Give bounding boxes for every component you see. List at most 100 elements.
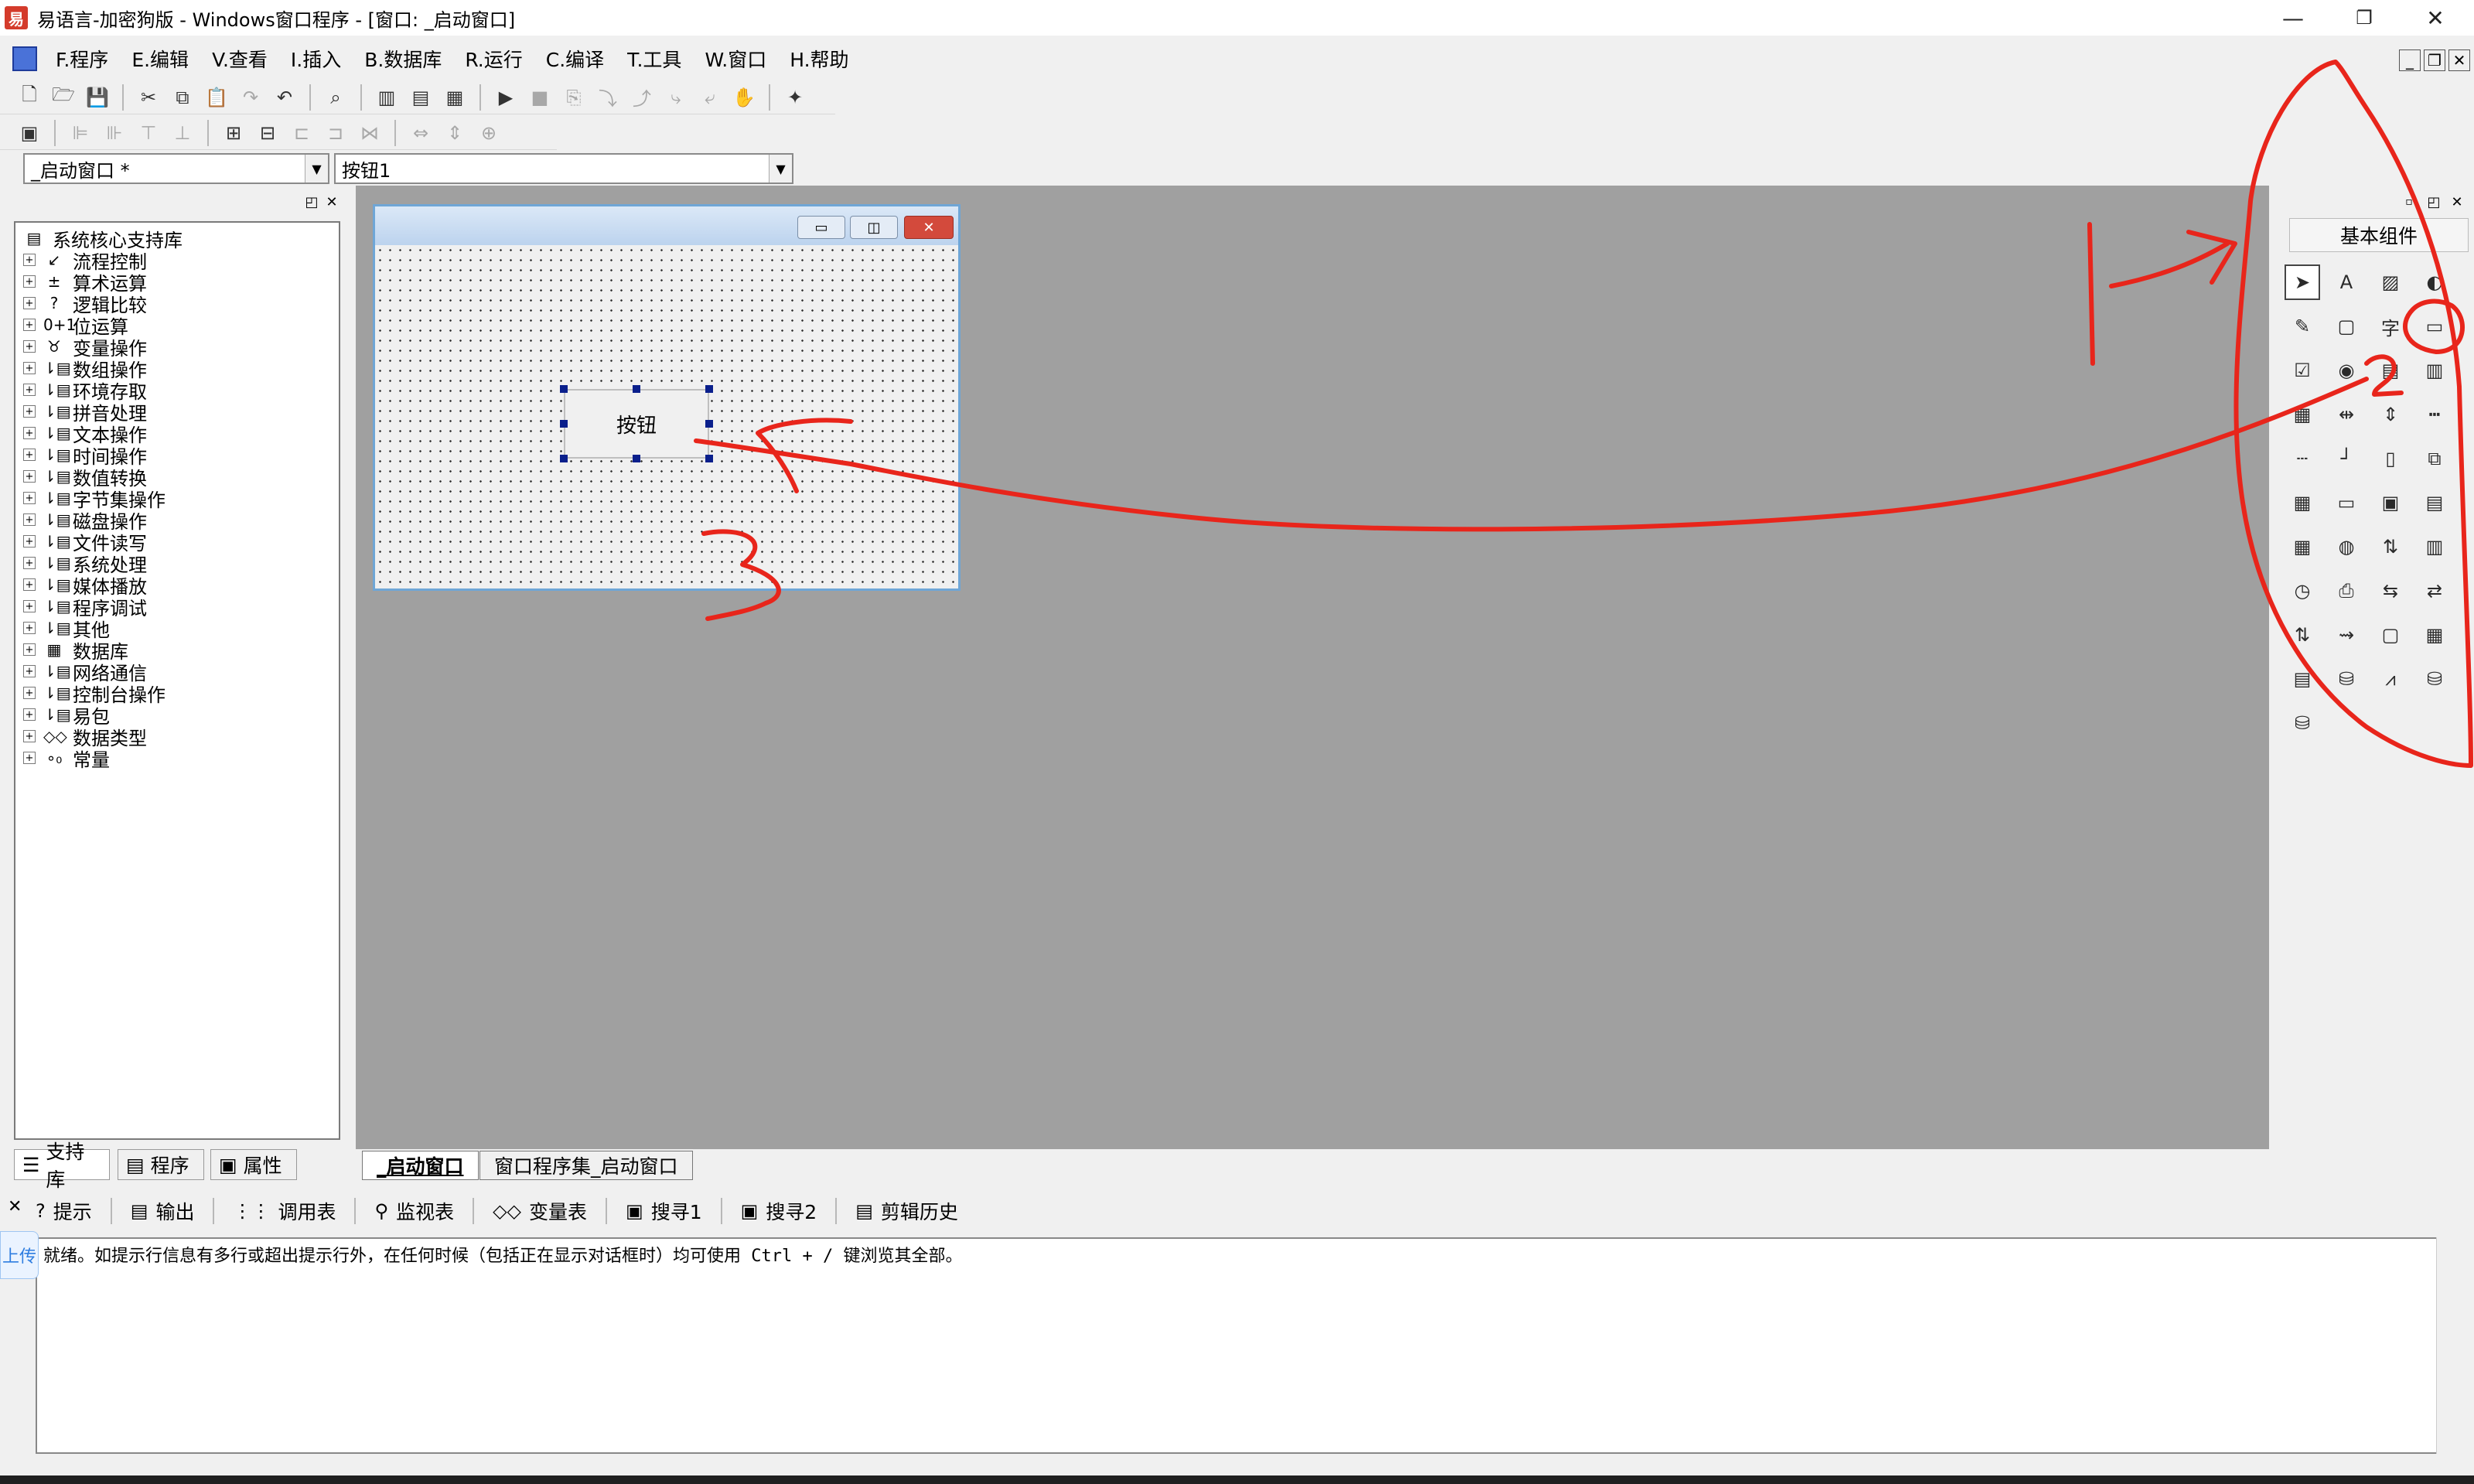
expand-icon[interactable]: +: [23, 470, 36, 483]
layout-top-icon[interactable]: ▤: [407, 84, 435, 111]
chevron-down-icon[interactable]: ▼: [769, 155, 792, 183]
printer-icon[interactable]: ⎙: [2329, 573, 2364, 609]
expand-icon[interactable]: +: [23, 297, 36, 309]
output-tab[interactable]: ⋮⋮ 调用表: [228, 1197, 340, 1225]
menu-compile[interactable]: C.编译: [543, 42, 607, 76]
checkbox-icon[interactable]: ☑: [2285, 353, 2320, 388]
same-width-icon[interactable]: ⊏: [288, 119, 316, 147]
expand-icon[interactable]: +: [23, 752, 36, 764]
output-scrollbar[interactable]: [2436, 1237, 2458, 1454]
menu-database[interactable]: B.数据库: [361, 42, 445, 76]
richtext-icon[interactable]: ▤: [2417, 485, 2452, 520]
layout-left-icon[interactable]: ▥: [373, 84, 401, 111]
expand-icon[interactable]: +: [23, 643, 36, 656]
tab-program[interactable]: ▤ 程序: [118, 1149, 204, 1180]
menu-edit[interactable]: E.编辑: [128, 42, 192, 76]
globe-icon[interactable]: ◍: [2329, 529, 2364, 565]
mdi-restore-button[interactable]: ❐: [2424, 49, 2445, 71]
expand-icon[interactable]: +: [23, 254, 36, 266]
pointer-icon[interactable]: ➤: [2285, 264, 2320, 300]
output-tab[interactable]: ⚲ 监视表: [370, 1197, 459, 1225]
gif-icon[interactable]: ▣: [2373, 485, 2408, 520]
redo-icon[interactable]: ↷: [237, 84, 264, 111]
label-icon[interactable]: A: [2329, 264, 2364, 300]
resize-handle[interactable]: [560, 420, 568, 428]
expand-icon[interactable]: +: [23, 449, 36, 461]
combobox-icon[interactable]: ▤: [2373, 353, 2408, 388]
h-spacing-icon[interactable]: ⇔: [407, 119, 435, 147]
expand-icon[interactable]: +: [23, 730, 36, 742]
expand-icon[interactable]: +: [23, 557, 36, 569]
v-spacing-icon[interactable]: ⇕: [441, 119, 469, 147]
expand-icon[interactable]: +: [23, 275, 36, 288]
tab-icon[interactable]: ▯: [2373, 441, 2408, 476]
expand-icon[interactable]: +: [23, 405, 36, 418]
form-client-area[interactable]: 按钮: [375, 245, 958, 588]
space-evenly-icon[interactable]: ⋈: [356, 119, 384, 147]
menu-program[interactable]: F.程序: [53, 42, 111, 76]
paste-icon[interactable]: 📋: [203, 84, 230, 111]
close-button[interactable]: ✕: [2401, 0, 2470, 36]
stop-icon[interactable]: ■: [526, 84, 554, 111]
odbc-icon[interactable]: ⛁: [2417, 661, 2452, 697]
expand-icon[interactable]: +: [23, 622, 36, 634]
panel-float-icon[interactable]: ◰: [2425, 193, 2442, 210]
output-tab[interactable]: ▤ 剪辑历史: [851, 1197, 963, 1225]
link-icon[interactable]: ⇆: [2373, 573, 2408, 609]
document-icon[interactable]: [12, 46, 37, 71]
ruler-icon[interactable]: ┅: [2417, 397, 2452, 432]
panel-close-icon[interactable]: ✕: [8, 1197, 22, 1216]
menu-help[interactable]: H.帮助: [787, 42, 851, 76]
output-tab[interactable]: ▣ 搜寻2: [736, 1197, 822, 1225]
listbox-icon[interactable]: ▥: [2417, 353, 2452, 388]
resize-handle[interactable]: [633, 385, 640, 393]
timer-icon[interactable]: ◷: [2285, 573, 2320, 609]
cut-icon[interactable]: ✂: [135, 84, 162, 111]
panel-close-icon[interactable]: ✕: [323, 193, 340, 210]
status-icon[interactable]: ▭: [2329, 485, 2364, 520]
panel-float-icon[interactable]: ◰: [303, 193, 320, 210]
odbc-source-icon[interactable]: ⛁: [2285, 705, 2320, 741]
component-palette-icon[interactable]: ▣: [15, 119, 43, 147]
output-tab[interactable]: ◇◇ 变量表: [488, 1197, 592, 1225]
align-left-icon[interactable]: ⊫: [67, 119, 94, 147]
expand-icon[interactable]: +: [23, 513, 36, 526]
expand-icon[interactable]: +: [23, 708, 36, 721]
output-tab[interactable]: ▤ 输出: [126, 1197, 200, 1225]
resize-handle[interactable]: [705, 385, 713, 393]
design-form-window[interactable]: ▭ ◫ ✕ 按钮: [373, 204, 961, 591]
radio-icon[interactable]: ◉: [2329, 353, 2364, 388]
tabs-icon[interactable]: ⧉: [2417, 441, 2452, 476]
align-bottom-icon[interactable]: ⊥: [169, 119, 196, 147]
expand-icon[interactable]: +: [23, 362, 36, 374]
menu-view[interactable]: V.查看: [209, 42, 271, 76]
step-into-icon[interactable]: ⤵: [594, 84, 622, 111]
window-select[interactable]: _启动窗口 * ▼: [23, 153, 329, 184]
upload-badge[interactable]: 上传: [0, 1231, 39, 1279]
shape-icon[interactable]: ◐: [2417, 264, 2452, 300]
menu-run[interactable]: R.运行: [462, 42, 525, 76]
form-minimize-icon[interactable]: ▭: [797, 216, 845, 239]
menu-insert[interactable]: I.插入: [288, 42, 344, 76]
layout-grid-icon[interactable]: ▦: [441, 84, 469, 111]
same-height-icon[interactable]: ⊐: [322, 119, 350, 147]
save-icon[interactable]: 💾: [84, 84, 111, 111]
grid-view-icon[interactable]: ▦: [2417, 617, 2452, 653]
tree-item[interactable]: + ∘₀ 常量: [23, 747, 110, 771]
resize-handle[interactable]: [705, 420, 713, 428]
center-horizontal-icon[interactable]: ⊞: [220, 119, 247, 147]
run-icon[interactable]: ▶: [492, 84, 520, 111]
step-out-icon[interactable]: ⤷: [662, 84, 690, 111]
expand-icon[interactable]: +: [23, 340, 36, 353]
chart-icon[interactable]: ⩘: [2373, 661, 2408, 697]
tab-start-window[interactable]: _启动窗口: [362, 1151, 479, 1180]
menu-tools[interactable]: T.工具: [624, 42, 684, 76]
resize-handle[interactable]: [705, 455, 713, 462]
resize-handle[interactable]: [560, 455, 568, 462]
expand-icon[interactable]: +: [23, 600, 36, 612]
scrollbar-h-icon[interactable]: ┘: [2329, 441, 2364, 476]
restore-button[interactable]: ❐: [2329, 0, 2399, 36]
output-tab[interactable]: ▣ 搜寻1: [621, 1197, 707, 1225]
align-right-icon[interactable]: ⊪: [101, 119, 128, 147]
splitter-icon[interactable]: ⇅: [2373, 529, 2408, 565]
